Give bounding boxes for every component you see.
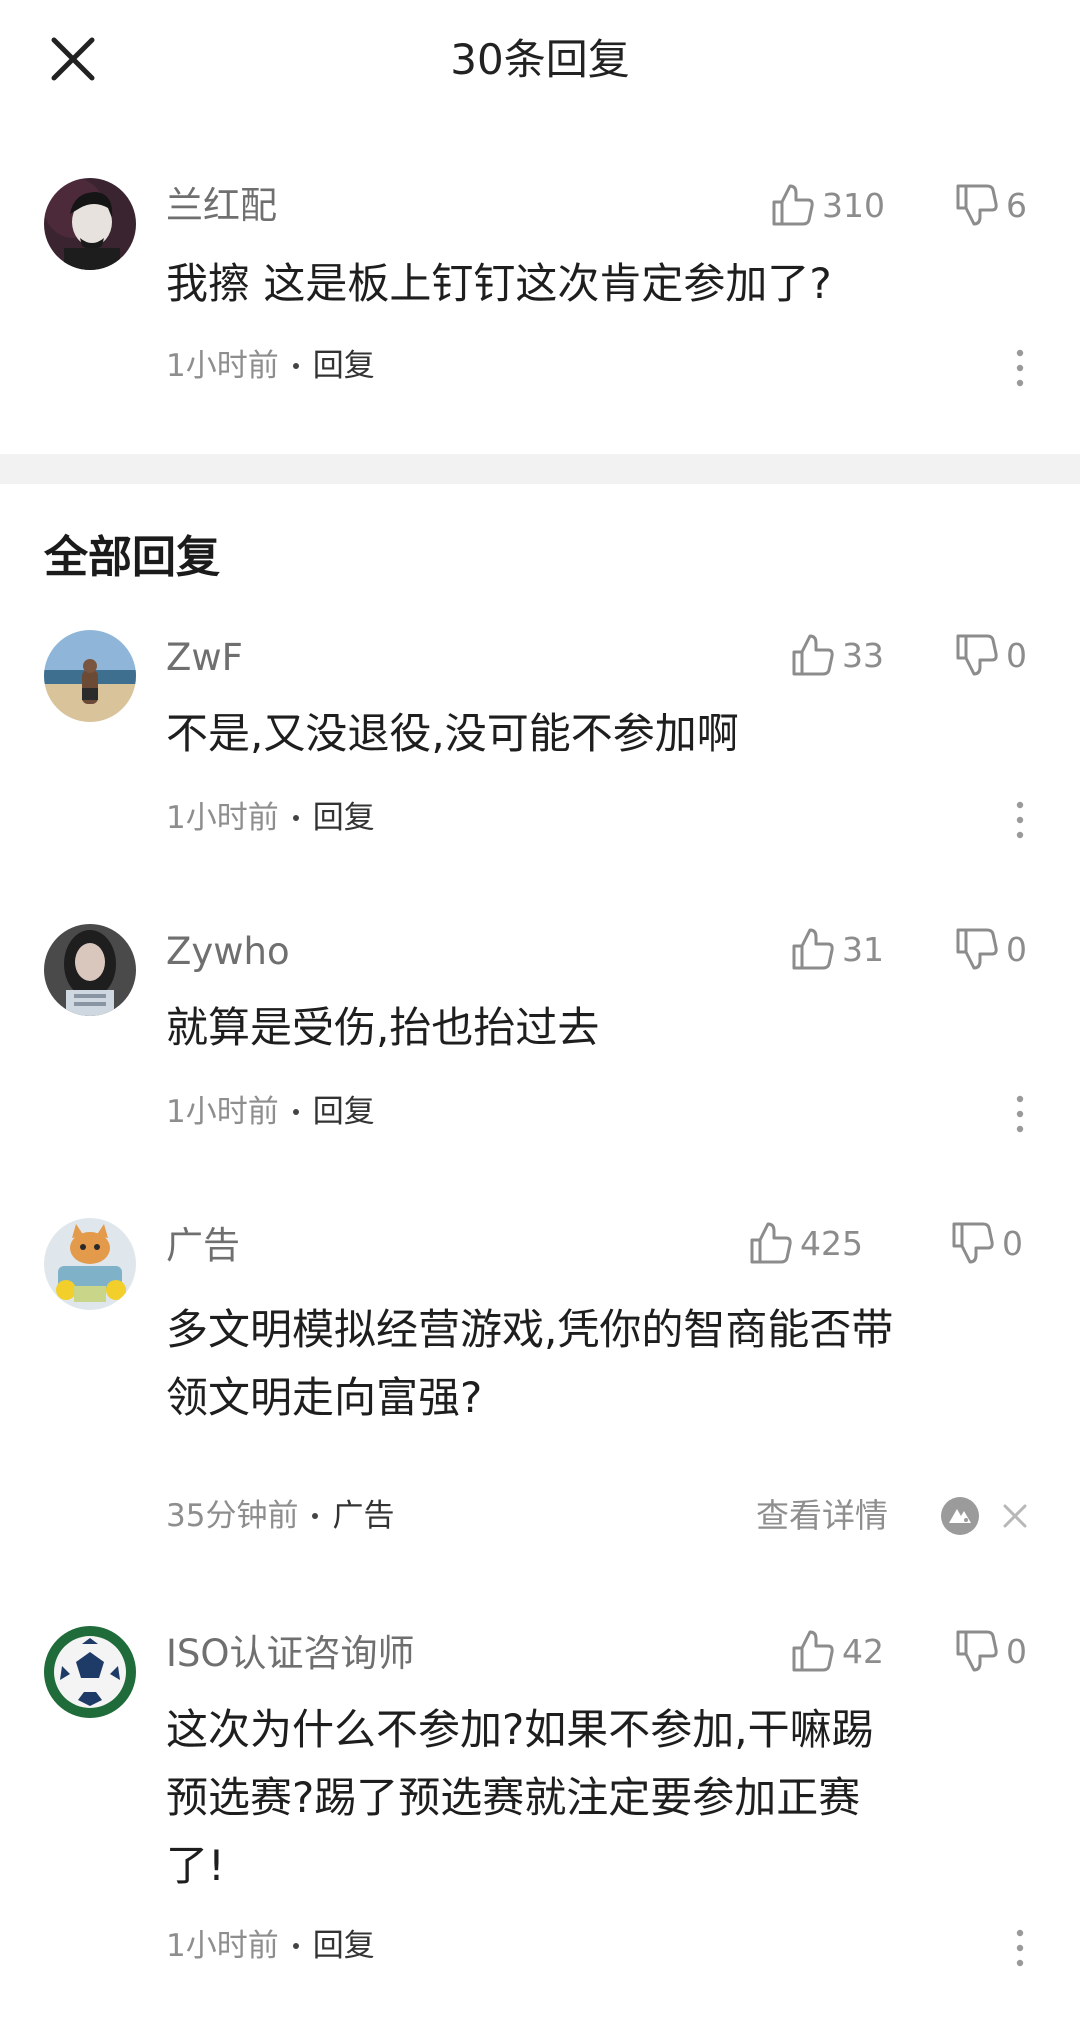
- meta-separator: [312, 1513, 319, 1519]
- ad-platform-logo-icon: [941, 1497, 979, 1535]
- comment-meta: 1小时前 回复: [166, 344, 375, 388]
- avatar[interactable]: [44, 924, 136, 1016]
- reply-button[interactable]: 回复: [313, 796, 375, 840]
- meta-separator: [292, 1109, 299, 1115]
- thumbs-up-icon: [772, 184, 814, 226]
- ad-meta: 35分钟前 广告: [166, 1494, 394, 1538]
- ad-platform-logo: [940, 1496, 980, 1536]
- comment-text: 不是,又没退役,没可能不参加啊: [166, 709, 739, 758]
- thumbs-down-icon: [956, 184, 998, 226]
- avatar[interactable]: [44, 1626, 136, 1718]
- like-button[interactable]: 42: [790, 1626, 884, 1676]
- more-vertical-icon: [1016, 1929, 1024, 1967]
- like-button[interactable]: 310: [770, 180, 885, 230]
- username[interactable]: 广告: [166, 1221, 240, 1271]
- dislike-count: 0: [1002, 1223, 1023, 1263]
- thumbs-up-icon: [792, 928, 834, 970]
- timestamp: 1小时前: [166, 348, 279, 384]
- like-button[interactable]: 425: [748, 1218, 863, 1268]
- username[interactable]: Zywho: [166, 927, 290, 977]
- more-vertical-icon: [1016, 801, 1024, 839]
- thumbs-down-icon: [956, 928, 998, 970]
- dislike-count: 0: [1006, 1631, 1027, 1671]
- dislike-count: 0: [1006, 929, 1027, 969]
- reply-button[interactable]: 回复: [313, 1924, 375, 1968]
- more-vertical-icon: [1016, 349, 1024, 387]
- comment-meta: 1小时前 回复: [166, 796, 375, 840]
- dismiss-ad-button[interactable]: [1000, 1501, 1030, 1531]
- username[interactable]: ZwF: [166, 633, 243, 683]
- timestamp: 1小时前: [166, 800, 279, 836]
- dislike-count: 6: [1006, 185, 1027, 225]
- comment-text-line: 了!: [166, 1841, 225, 1890]
- like-button[interactable]: 33: [790, 630, 884, 680]
- dislike-button[interactable]: 0: [954, 630, 1027, 680]
- timestamp: 1小时前: [166, 1094, 279, 1130]
- meta-separator: [292, 815, 299, 821]
- comment-meta: 1小时前 回复: [166, 1090, 375, 1134]
- more-options-button[interactable]: [1002, 798, 1038, 842]
- like-count: 31: [842, 929, 884, 969]
- thumbs-up-icon: [792, 634, 834, 676]
- username[interactable]: 兰红配: [166, 181, 277, 231]
- more-options-button[interactable]: [1002, 1926, 1038, 1970]
- more-options-button[interactable]: [1002, 1092, 1038, 1136]
- meta-separator: [292, 1943, 299, 1949]
- thumbs-down-icon: [952, 1222, 994, 1264]
- comment-text-line: 预选赛?踢了预选赛就注定要参加正赛: [166, 1773, 861, 1822]
- reply-button[interactable]: 回复: [313, 1090, 375, 1134]
- more-options-button[interactable]: [1002, 346, 1038, 390]
- username[interactable]: ISO认证咨询师: [166, 1629, 415, 1679]
- thumbs-down-icon: [956, 1630, 998, 1672]
- thumbs-down-icon: [956, 634, 998, 676]
- dislike-count: 0: [1006, 635, 1027, 675]
- avatar[interactable]: [44, 630, 136, 722]
- section-title: 全部回复: [44, 532, 220, 583]
- comment-text-line: 领文明走向富强?: [166, 1373, 483, 1422]
- dislike-button[interactable]: 0: [954, 1626, 1027, 1676]
- dislike-button[interactable]: 6: [954, 180, 1027, 230]
- thumbs-up-icon: [750, 1222, 792, 1264]
- like-count: 310: [822, 185, 885, 225]
- ad-tag: 广告: [332, 1498, 395, 1534]
- dislike-button[interactable]: 0: [950, 1218, 1023, 1268]
- avatar[interactable]: [44, 178, 136, 270]
- like-count: 42: [842, 1631, 884, 1671]
- dismiss-icon: [1003, 1504, 1027, 1528]
- meta-separator: [292, 363, 299, 369]
- section-divider: [0, 454, 1080, 484]
- more-vertical-icon: [1016, 1095, 1024, 1133]
- comment-text: 我擦 这是板上钉钉这次肯定参加了?: [166, 259, 832, 308]
- reply-button[interactable]: 回复: [313, 344, 375, 388]
- like-count: 425: [800, 1223, 863, 1263]
- like-button[interactable]: 31: [790, 924, 884, 974]
- comment-text: 就算是受伤,抬也抬过去: [166, 1003, 600, 1052]
- comment-text-line: 多文明模拟经营游戏,凭你的智商能否带: [166, 1305, 894, 1354]
- thumbs-up-icon: [792, 1630, 834, 1672]
- timestamp: 35分钟前: [166, 1498, 299, 1534]
- dislike-button[interactable]: 0: [954, 924, 1027, 974]
- page-header: 30条回复: [0, 0, 1080, 120]
- avatar[interactable]: [44, 1218, 136, 1310]
- comment-text-line: 这次为什么不参加?如果不参加,干嘛踢: [166, 1705, 874, 1754]
- timestamp: 1小时前: [166, 1928, 279, 1964]
- like-count: 33: [842, 635, 884, 675]
- comment-meta: 1小时前 回复: [166, 1924, 375, 1968]
- view-details-link[interactable]: 查看详情: [756, 1494, 888, 1538]
- page-title: 30条回复: [450, 35, 630, 84]
